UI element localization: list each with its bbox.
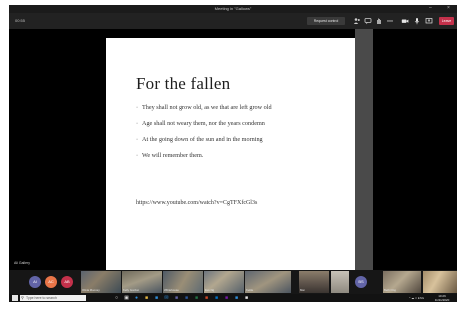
onenote-icon[interactable]: ■: [223, 295, 230, 301]
raise-hand-icon[interactable]: [375, 17, 383, 25]
more-options-icon[interactable]: [386, 17, 394, 25]
store-icon[interactable]: ■: [153, 295, 160, 301]
participant-video-tile[interactable]: Beth Ong: [383, 271, 421, 293]
request-control-button[interactable]: Request control: [307, 17, 345, 25]
participant-video-tile[interactable]: Kelly Gordon: [122, 271, 162, 293]
taskbar-search-input[interactable]: ⚲ Type here to search: [20, 295, 86, 301]
slide-title: For the fallen: [136, 74, 231, 93]
title-bar: Meeting in "Gallows" – ×: [9, 5, 457, 13]
participant-avatar[interactable]: AC: [45, 276, 57, 288]
windows-start-icon[interactable]: [12, 295, 18, 301]
taskbar-clock[interactable]: 10:26 11/11/2020: [433, 294, 451, 302]
leave-button[interactable]: Leave: [439, 17, 454, 25]
close-button[interactable]: ×: [447, 6, 450, 11]
meeting-toolbar: 00:55 Request control Leave: [9, 13, 457, 29]
screen: Meeting in "Gallows" – × 00:55 Request c…: [0, 0, 466, 310]
participant-video-tile[interactable]: Mai: [299, 271, 329, 293]
excel-icon[interactable]: ■: [193, 295, 200, 301]
people-icon[interactable]: [353, 17, 361, 25]
share-screen-icon[interactable]: [425, 17, 433, 25]
side-panel: [355, 29, 373, 270]
file-explorer-icon[interactable]: ■: [143, 295, 150, 301]
participant-avatar[interactable]: AB: [61, 276, 73, 288]
edge-icon[interactable]: ●: [133, 295, 140, 301]
participant-video-tile[interactable]: Kettle: [245, 271, 291, 293]
powerpoint-icon[interactable]: ■: [203, 295, 210, 301]
task-view-icon[interactable]: ○: [113, 295, 120, 301]
participant-avatar[interactable]: BS: [355, 276, 367, 288]
search-icon: ⚲: [21, 295, 24, 300]
participant-video-tile[interactable]: [423, 271, 457, 293]
slide-bullet-list: · They shall not grow old, as we that are…: [136, 104, 272, 168]
participant-avatar[interactable]: AI: [29, 276, 41, 288]
slide-link[interactable]: https://www.youtube.com/watch?v=CgTFXfcG…: [136, 200, 257, 206]
mail-icon[interactable]: ✉: [163, 295, 170, 301]
participant-video-tile[interactable]: Olivia Mooney: [81, 271, 121, 293]
windows-taskbar: ⚲ Type here to search ○ ▣ ● ■ ■ ✉ ■ ■ ■ …: [9, 294, 457, 302]
slide-bullet: · Age shall not weary them, nor the years…: [136, 120, 265, 127]
meeting-timer: 00:55: [15, 18, 26, 23]
participant-video-tile[interactable]: Whitehouse: [163, 271, 203, 293]
participant-video-tile[interactable]: [331, 271, 349, 293]
chat-icon[interactable]: [364, 17, 372, 25]
teams-icon[interactable]: ■: [173, 295, 180, 301]
shared-slide: For the fallen · They shall not grow old,…: [106, 38, 355, 273]
slide-bullet: · At the going down of the sun and in the…: [136, 136, 263, 143]
photos-icon[interactable]: ■: [233, 295, 240, 301]
task-switch-icon[interactable]: ▣: [123, 295, 130, 301]
participant-strip: AI AC AB Olivia Mooney Kelly Gordon Whit…: [9, 270, 457, 294]
content-stage: For the fallen · They shall not grow old,…: [9, 29, 457, 273]
outlook-icon[interactable]: ■: [213, 295, 220, 301]
teams-meeting-window: Meeting in "Gallows" – × 00:55 Request c…: [9, 5, 457, 302]
system-tray[interactable]: ^ ☁ □ ENG: [409, 295, 424, 301]
minimize-button[interactable]: –: [429, 6, 432, 11]
slide-bullet: · They shall not grow old, as we that are…: [136, 104, 272, 111]
slide-bullet: · We will remember them.: [136, 152, 204, 159]
participant-video-tile[interactable]: Eve Ng: [204, 271, 244, 293]
presenter-label: Ali Gallery: [14, 261, 30, 265]
app-icon[interactable]: ■: [243, 295, 250, 301]
word-icon[interactable]: ■: [183, 295, 190, 301]
camera-icon[interactable]: [401, 17, 409, 25]
microphone-icon[interactable]: [413, 17, 421, 25]
window-title: Meeting in "Gallows": [214, 6, 252, 11]
